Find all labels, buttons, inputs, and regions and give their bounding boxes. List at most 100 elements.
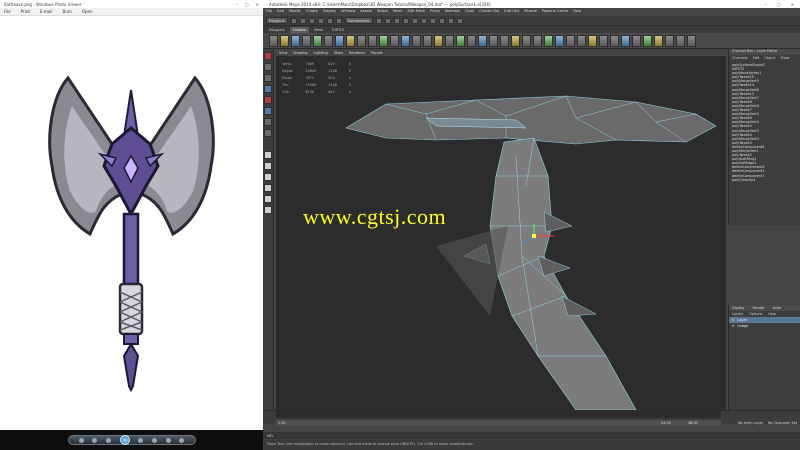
select-by-component-icon[interactable] [335, 17, 342, 24]
maya-menu-window[interactable]: Window [341, 9, 355, 15]
uv-mask-icon[interactable] [402, 17, 409, 24]
perspective-viewport[interactable]: Verts: 7869 624 0 Edges: 15640 1248 0 Faces: 7872… [276, 56, 726, 410]
maya-menu-color[interactable]: Color [465, 9, 474, 15]
shelf-tool-icon[interactable] [489, 34, 498, 47]
maximize-icon[interactable]: ▢ [777, 2, 781, 7]
four-view-layout-icon[interactable] [264, 162, 272, 170]
rotate-tool-icon[interactable] [264, 96, 272, 104]
layer-row[interactable]: V Image [729, 323, 800, 329]
shelf-tool-icon[interactable] [478, 34, 487, 47]
maya-menu-normals[interactable]: Normals [445, 9, 460, 15]
shelf-tool-icon[interactable] [676, 34, 685, 47]
character-set-selector[interactable]: No Character Set [768, 421, 797, 425]
shelf-tool-icon[interactable] [357, 34, 366, 47]
select-by-hierarchy-icon[interactable] [317, 17, 324, 24]
shelf-tab-custom[interactable]: Custom [289, 26, 309, 33]
shelf-tool-icon[interactable] [610, 34, 619, 47]
shelf-tool-icon[interactable] [313, 34, 322, 47]
perspective-hypershade-layout-icon[interactable] [264, 195, 272, 203]
render-settings-icon[interactable] [456, 17, 463, 24]
menu-email[interactable]: E-mail [40, 9, 53, 14]
single-perspective-layout-icon[interactable] [264, 151, 272, 159]
maya-menu-edit-mesh[interactable]: Edit Mesh [408, 9, 426, 15]
maya-menu-display[interactable]: Display [323, 9, 336, 15]
layer-menu-options[interactable]: Options [749, 312, 762, 316]
shelf-tool-icon[interactable] [687, 34, 696, 47]
command-line[interactable]: MEL [263, 432, 800, 439]
move-tool-icon[interactable] [264, 85, 272, 93]
maya-menu-edit[interactable]: Edit [277, 9, 284, 15]
rotate-left-icon[interactable] [151, 437, 157, 443]
layer-menu-layers[interactable]: Layers [732, 312, 743, 316]
shelf-tab-polygons[interactable]: Polygons [266, 27, 288, 33]
shelf-tool-icon[interactable] [621, 34, 630, 47]
rotate-right-icon[interactable] [165, 437, 171, 443]
maya-menu-muscle[interactable]: Muscle [524, 9, 536, 15]
shelf-tool-icon[interactable] [280, 34, 289, 47]
maya-menu-edit-uvs[interactable]: Edit UVs [504, 9, 519, 15]
panel-menu-lighting[interactable]: Lighting [314, 51, 328, 55]
maya-menu-proxy[interactable]: Proxy [430, 9, 440, 15]
shelf-tool-icon[interactable] [654, 34, 663, 47]
snap-grid-icon[interactable] [411, 17, 418, 24]
channel-box-tab-show[interactable]: Show [780, 56, 789, 60]
time-slider[interactable] [276, 411, 721, 418]
channel-box-tab-edit[interactable]: Edit [753, 56, 760, 60]
visibility-toggle[interactable]: V [732, 324, 734, 328]
maya-menu-help[interactable]: Help [573, 9, 581, 15]
mode-selector[interactable]: Polygons [266, 17, 288, 24]
previous-icon[interactable] [106, 437, 112, 443]
menu-print[interactable]: Print [21, 9, 30, 14]
minimize-icon[interactable]: – [765, 2, 767, 7]
maya-menu-create-uvs[interactable]: Create UVs [479, 9, 499, 15]
panel-menu-panels[interactable]: Panels [371, 51, 382, 55]
shelf-tool-icon[interactable] [500, 34, 509, 47]
save-scene-icon[interactable] [308, 17, 315, 24]
command-language[interactable]: MEL [267, 434, 274, 438]
shelf-tool-icon[interactable] [324, 34, 333, 47]
outliner-layout-icon[interactable] [264, 206, 272, 214]
layer-tab-anim[interactable]: Anim [773, 306, 782, 310]
panel-menu-show[interactable]: Show [334, 51, 343, 55]
history-node[interactable]: polyCleanUp1 [732, 178, 797, 182]
perspective-graph-layout-icon[interactable] [264, 184, 272, 192]
last-tool-icon[interactable] [264, 118, 272, 126]
channel-box-tab-object[interactable]: Object [764, 56, 775, 60]
menu-burn[interactable]: Burn [62, 9, 71, 14]
shelf-tool-icon[interactable] [412, 34, 421, 47]
shelf-tool-icon[interactable] [632, 34, 641, 47]
shelf-tool-icon[interactable] [456, 34, 465, 47]
shelf-tool-icon[interactable] [291, 34, 300, 47]
close-icon[interactable]: ✕ [256, 2, 259, 7]
shelf-tool-icon[interactable] [302, 34, 311, 47]
shelf-tool-icon[interactable] [588, 34, 597, 47]
visibility-toggle[interactable]: V [732, 318, 734, 322]
range-start[interactable]: 1.00 [278, 421, 286, 425]
ipr-render-icon[interactable] [447, 17, 454, 24]
shelf-tool-icon[interactable] [401, 34, 410, 47]
face-mask-icon[interactable] [393, 17, 400, 24]
maya-menu-create[interactable]: Create [306, 9, 318, 15]
snap-point-icon[interactable] [429, 17, 436, 24]
delete-icon[interactable] [179, 437, 185, 443]
shelf-tool-icon[interactable] [643, 34, 652, 47]
shelf-tool-icon[interactable] [566, 34, 575, 47]
actual-size-icon[interactable] [92, 437, 98, 443]
range-slider[interactable]: 1.00 24.00 48.00 No Anim Layer No Charac… [276, 420, 797, 426]
panel-menu-renderer[interactable]: Renderer [349, 51, 365, 55]
shelf-tool-icon[interactable] [434, 34, 443, 47]
shelf-tool-icon[interactable] [368, 34, 377, 47]
close-icon[interactable]: ✕ [791, 2, 794, 7]
select-by-object-icon[interactable] [326, 17, 333, 24]
shelf-tool-icon[interactable] [577, 34, 586, 47]
snap-curve-icon[interactable] [420, 17, 427, 24]
lasso-tool-icon[interactable] [264, 63, 272, 71]
shelf-tool-icon[interactable] [665, 34, 674, 47]
layer-menu-help[interactable]: Help [768, 312, 776, 316]
open-scene-icon[interactable] [299, 17, 306, 24]
range-end-field[interactable]: 24.00 [661, 421, 671, 425]
layer-tab-render[interactable]: Render [753, 306, 765, 310]
panel-menu-shading[interactable]: Shading [293, 51, 307, 55]
edge-mask-icon[interactable] [384, 17, 391, 24]
shelf-tool-icon[interactable] [335, 34, 344, 47]
